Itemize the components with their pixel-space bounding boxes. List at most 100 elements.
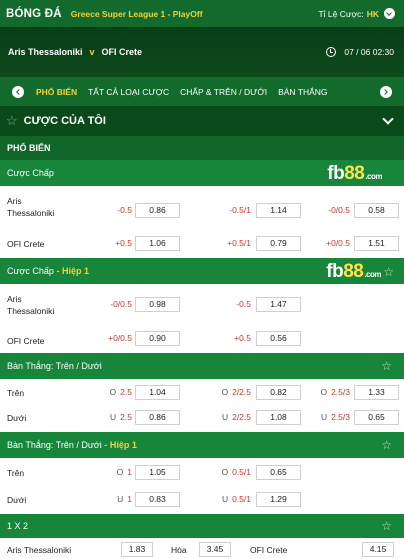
tab-handicap-over-under[interactable]: CHẤP & TRÊN / DƯỚI: [180, 87, 267, 97]
handicap-line: -0.5: [236, 299, 251, 309]
selection-name: Dưới: [7, 495, 27, 505]
odds-button[interactable]: 0.83: [135, 492, 180, 507]
odds-button[interactable]: 0.82: [256, 385, 301, 400]
total-line: 2/2.5: [232, 412, 251, 422]
under-marker: U: [320, 412, 328, 422]
top-bar: BÓNG ĐÁ Greece Super League 1 - PlayOff …: [0, 0, 404, 27]
odds-button[interactable]: 0.86: [135, 410, 180, 425]
handicap-line: +0.5: [115, 238, 132, 248]
star-icon[interactable]: ☆: [381, 519, 392, 533]
home-team: Aris Thessaloniki: [7, 545, 72, 555]
odds-button[interactable]: 1.14: [256, 203, 301, 218]
tab-all-bets[interactable]: TẤT CẢ LOẠI CƯỢC: [88, 87, 169, 97]
team-name: Aris Thessaloniki: [7, 294, 55, 316]
tab-goals[interactable]: BÀN THẮNG: [278, 87, 327, 97]
odds-button[interactable]: 0.65: [256, 465, 301, 480]
over-marker: O: [221, 467, 229, 477]
odds-button[interactable]: 0.79: [256, 236, 301, 251]
total-line: 1: [127, 467, 132, 477]
odds-button[interactable]: 1.33: [354, 385, 399, 400]
star-icon[interactable]: ☆: [381, 438, 392, 452]
fb88-logo: fb88.com: [327, 163, 382, 184]
handicap-line: +0.5/1: [227, 238, 251, 248]
fb88-logo: fb88.com: [326, 261, 381, 282]
chevron-left-icon[interactable]: [12, 85, 24, 98]
star-icon[interactable]: ☆: [383, 265, 394, 279]
handicap-line: -0/0.5: [110, 299, 132, 309]
total-line: 2.5/3: [331, 412, 350, 422]
odds-format-value: HK: [366, 8, 379, 19]
section-handicap-half1-body: Aris Thessaloniki -0/0.5 0.98 -0.5 1.47 …: [0, 284, 404, 352]
chevron-right-icon[interactable]: [380, 85, 392, 98]
odds-format-selector[interactable]: Tỉ Lệ Cược: HK: [318, 8, 404, 19]
odds-button[interactable]: 0.86: [135, 203, 180, 218]
table-row: OFI Crete +0/0.5 0.90 +0.5 0.56: [0, 327, 404, 352]
handicap-line: -0.5: [117, 205, 132, 215]
team-name: OFI Crete: [7, 336, 45, 346]
away-team: OFI Crete: [250, 545, 288, 555]
odds-button[interactable]: 1.08: [256, 410, 301, 425]
handicap-line: +0.5: [234, 333, 251, 343]
popular-heading: PHỔ BIẾN: [0, 136, 404, 160]
odds-button[interactable]: 1.83: [121, 542, 153, 557]
odds-format-label: Tỉ Lệ Cược:: [318, 8, 364, 19]
under-marker: U: [221, 412, 229, 422]
total-line: 2/2.5: [232, 387, 251, 397]
table-row: Aris Thessaloniki 1.83 Hòa 3.45 OFI Cret…: [0, 538, 404, 559]
versus-label: v: [89, 47, 95, 57]
selection-name: Trên: [7, 388, 25, 398]
odds-button[interactable]: 0.98: [135, 297, 180, 312]
team-name: OFI Crete: [7, 239, 45, 249]
table-row: Trên O 2.5 1.04 O 2/2.5 0.82 O 2.5/3 1.33: [0, 379, 404, 404]
tab-popular[interactable]: PHỔ BIẾN: [36, 87, 77, 97]
under-marker: U: [110, 412, 117, 422]
table-row: Trên O1 1.05 O 0.5/1 0.65: [0, 458, 404, 485]
odds-button[interactable]: 0.56: [256, 331, 301, 346]
total-line: 0.5/1: [232, 494, 251, 504]
odds-button[interactable]: 4.15: [362, 542, 394, 557]
under-marker: U: [221, 494, 229, 504]
total-line: 1: [127, 494, 132, 504]
section-1x2-header[interactable]: 1 X 2 ☆: [0, 514, 404, 538]
odds-button[interactable]: 1.06: [135, 236, 180, 251]
section-handicap-body: Aris Thessaloniki -0.5 0.86 -0.5/1 1.14 …: [0, 186, 404, 256]
section-over-under-body: Trên O 2.5 1.04 O 2/2.5 0.82 O 2.5/3 1.33 D…: [0, 379, 404, 429]
section-highlight: Hiệp 1: [109, 440, 137, 450]
section-handicap-header[interactable]: Cược Chấp fb88.com: [0, 160, 404, 186]
section-over-under-header[interactable]: Bàn Thắng: Trên / Dưới ☆: [0, 353, 404, 379]
total-line: 2.5/3: [331, 387, 350, 397]
odds-button[interactable]: 0.58: [354, 203, 399, 218]
odds-button[interactable]: 1.04: [135, 385, 180, 400]
clock-icon: [326, 47, 337, 57]
handicap-line: +0/0.5: [326, 238, 350, 248]
odds-button[interactable]: 1.29: [256, 492, 301, 507]
odds-button[interactable]: 3.45: [199, 542, 231, 557]
odds-button[interactable]: 1.47: [256, 297, 301, 312]
odds-button[interactable]: 0.90: [135, 331, 180, 346]
match-header: Aris Thessaloniki v OFI Crete 07 / 06 02…: [0, 27, 404, 77]
section-over-under-half1-header[interactable]: Bàn Thắng: Trên / Dưới - Hiệp 1 ☆: [0, 432, 404, 458]
odds-button[interactable]: 0.65: [354, 410, 399, 425]
handicap-line: +0/0.5: [108, 333, 132, 343]
odds-button[interactable]: 1.51: [354, 236, 399, 251]
odds-button[interactable]: 1.05: [135, 465, 180, 480]
total-line: 0.5/1: [232, 467, 251, 477]
over-marker: O: [221, 387, 229, 397]
market-tabs: PHỔ BIẾN TẤT CẢ LOẠI CƯỢC CHẤP & TRÊN / …: [0, 77, 404, 106]
table-row: Dưới U 2.5 0.86 U 2/2.5 1.08 U 2.5/3 0.65: [0, 404, 404, 429]
selection-name: Trên: [7, 468, 25, 478]
section-handicap-half1-header[interactable]: Cược Chấp - Hiệp 1 fb88.com ☆: [0, 258, 404, 284]
section-highlight: Hiệp 1: [61, 266, 89, 276]
league-name[interactable]: Greece Super League 1 - PlayOff: [71, 9, 203, 19]
selection-name: Dưới: [7, 413, 27, 423]
star-icon[interactable]: ☆: [6, 113, 18, 129]
section-title: Bàn Thắng: Trên / Dưới: [7, 361, 102, 371]
section-title: Cược Chấp: [7, 168, 54, 178]
table-row: OFI Crete +0.5 1.06 +0.5/1 0.79 +0/0.5 1…: [0, 231, 404, 256]
over-marker: O: [109, 387, 117, 397]
chevron-down-icon[interactable]: [384, 8, 395, 19]
chevron-down-icon[interactable]: [382, 113, 394, 125]
my-bets-bar[interactable]: ☆ CƯỢC CỦA TÔI: [0, 106, 404, 136]
section-title: Cược Chấp -: [7, 266, 60, 276]
star-icon[interactable]: ☆: [381, 359, 392, 373]
